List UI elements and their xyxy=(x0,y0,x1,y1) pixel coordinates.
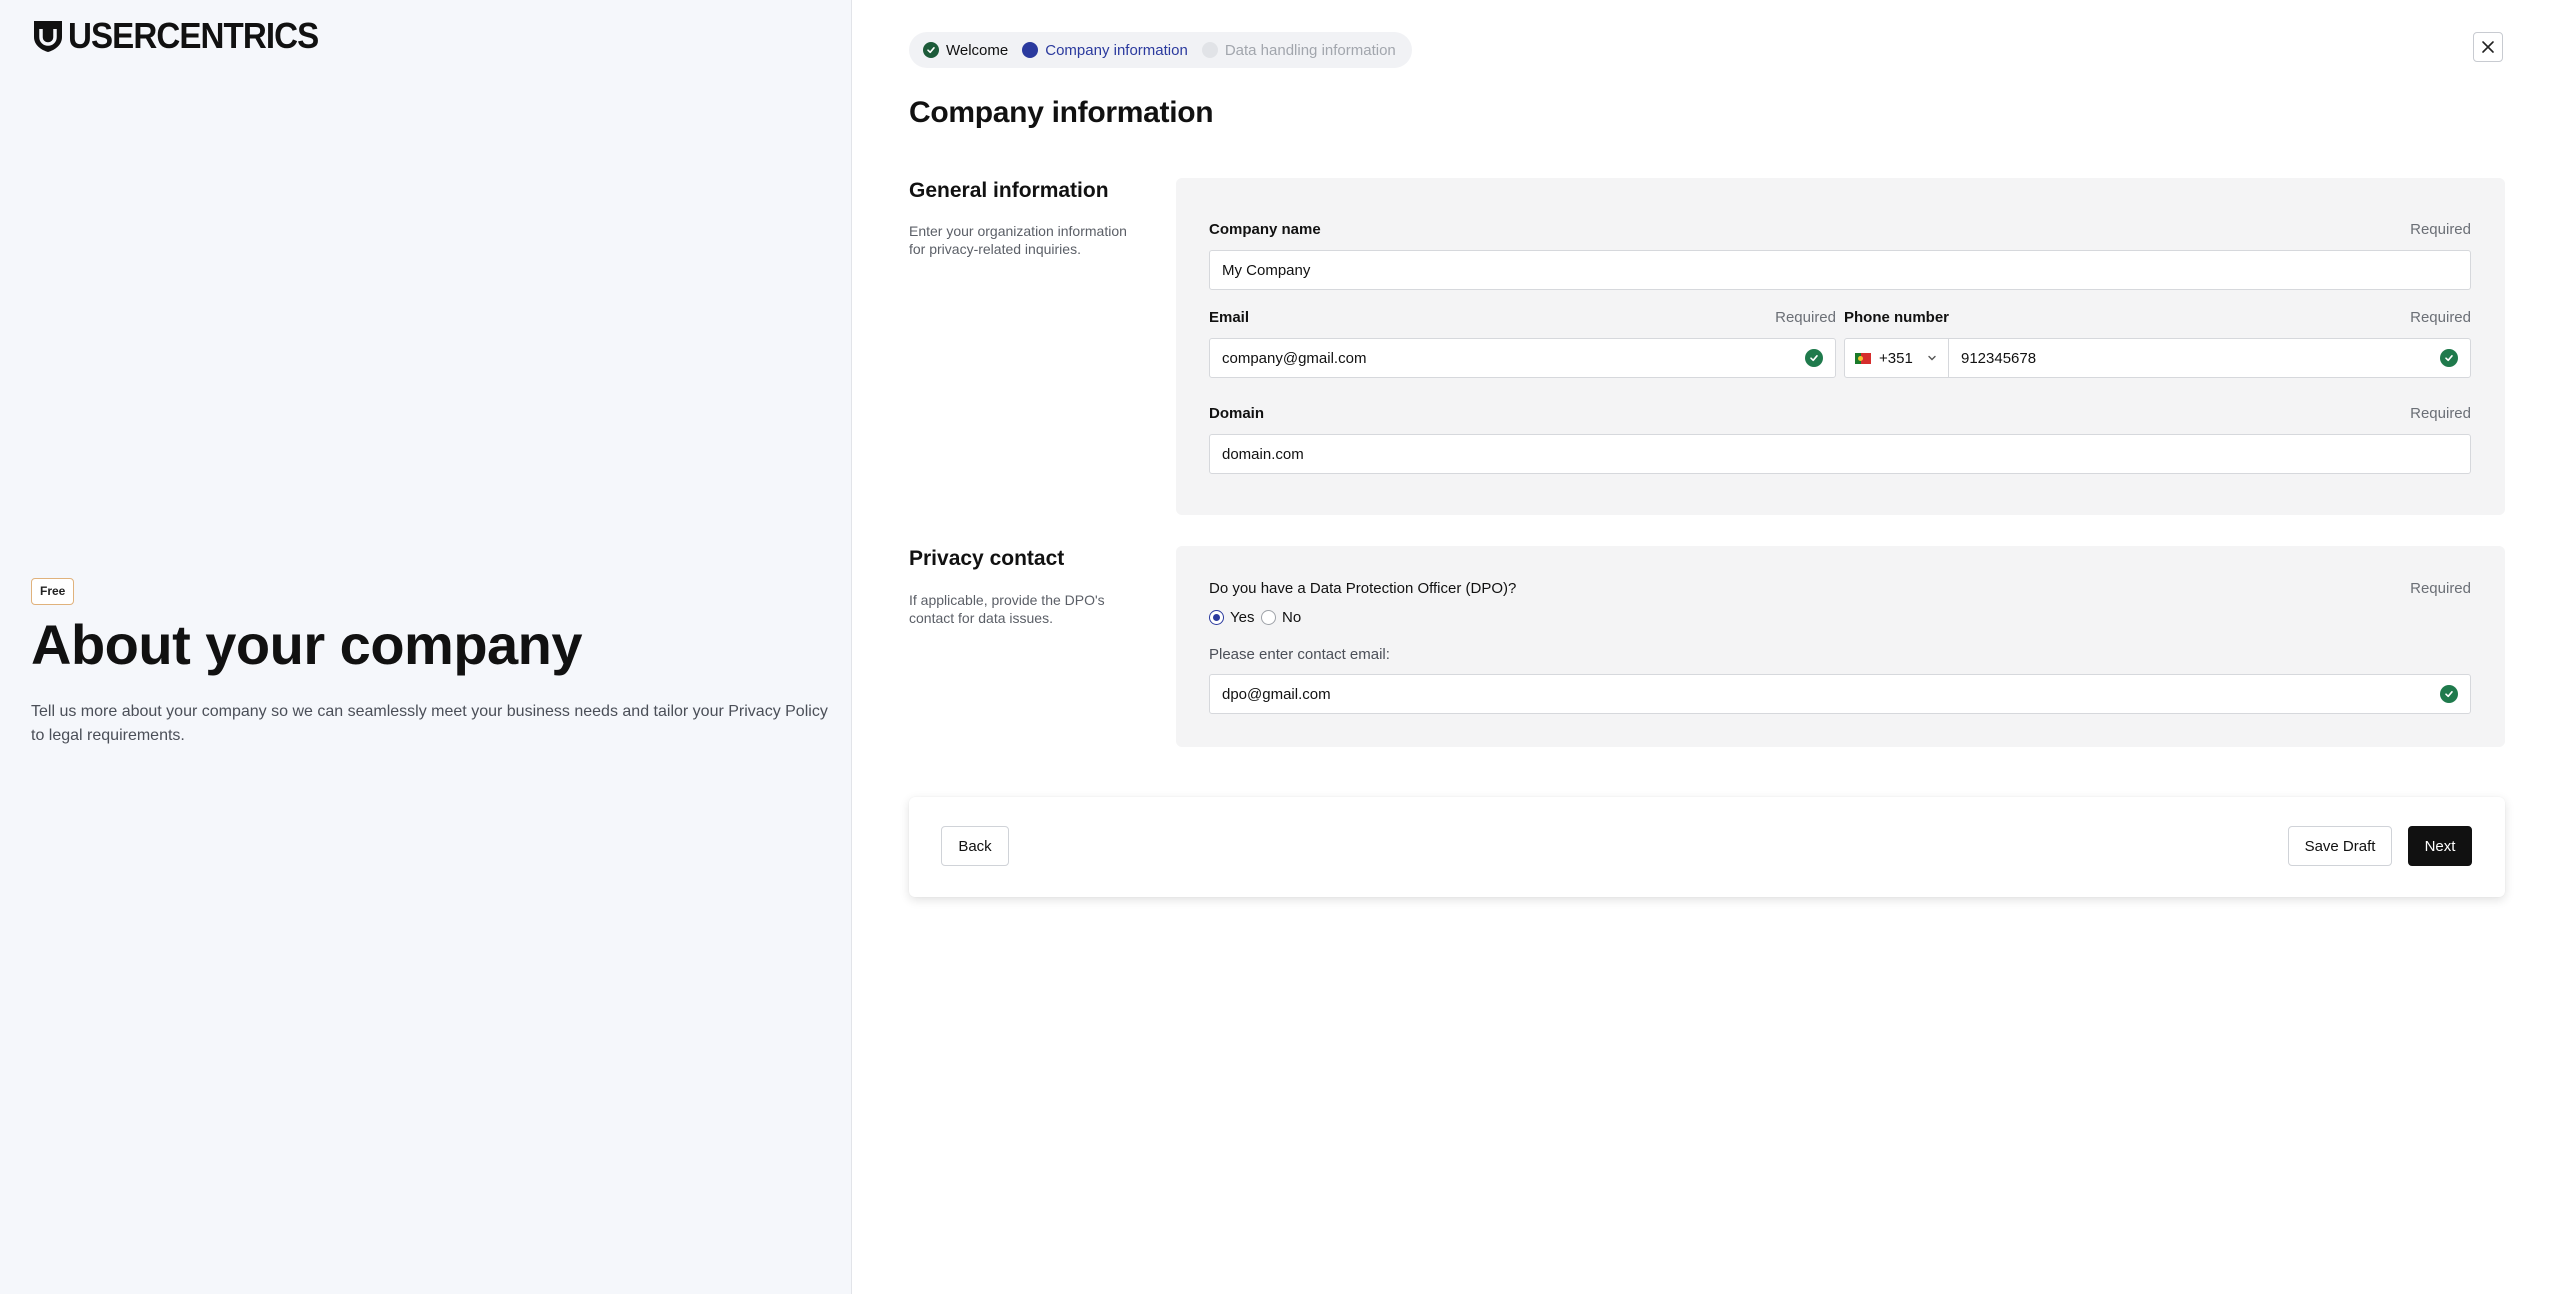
company-name-field[interactable]: My Company xyxy=(1209,250,2471,290)
form-actions-bar xyxy=(909,797,2505,897)
dpo-yes-label: Yes xyxy=(1230,609,1255,626)
page-title: Company information xyxy=(909,96,1214,129)
check-circle-icon xyxy=(2440,685,2458,703)
domain-label: Domain xyxy=(1209,405,1265,422)
close-button[interactable] xyxy=(2473,32,2503,62)
required-label: Required xyxy=(2410,221,2471,238)
progress-stepper: Welcome Company information Data handlin… xyxy=(909,32,1412,68)
step-label: Data handling information xyxy=(1224,41,1396,59)
pending-step-icon xyxy=(1201,42,1218,58)
domain-field[interactable]: domain.com xyxy=(1209,434,2471,474)
privacy-contact-description: If applicable, provide the DPO's contact… xyxy=(909,592,1105,626)
brand-name: USERCENTRICS xyxy=(68,15,319,56)
check-circle-icon xyxy=(923,42,939,58)
portugal-flag-icon xyxy=(1855,352,1871,364)
required-label: Required xyxy=(2410,309,2471,326)
email-label: Email xyxy=(1209,309,1250,326)
phone-number-field[interactable]: 912345678 xyxy=(1948,338,2471,378)
save-draft-button[interactable]: Save Draft xyxy=(2288,826,2392,866)
country-code-select[interactable]: +351 xyxy=(1844,338,1949,378)
dpo-no-radio[interactable] xyxy=(1261,610,1276,625)
plan-badge: Free xyxy=(31,578,75,605)
dpo-yes-radio[interactable] xyxy=(1209,610,1224,625)
required-label: Required xyxy=(2410,405,2471,422)
dpo-contact-email-field[interactable]: dpo@gmail.com xyxy=(1209,674,2471,714)
active-step-icon xyxy=(1022,42,1039,58)
company-name-label: Company name xyxy=(1209,221,1321,238)
phone-number-value: 912345678 xyxy=(1961,349,2037,367)
step-label: Welcome xyxy=(946,41,1009,59)
intro-panel: USERCENTRICS Free About your company Tel… xyxy=(0,0,852,1294)
step-company-information[interactable]: Company information xyxy=(1022,42,1188,59)
general-information-title: General information xyxy=(909,179,1109,202)
back-button[interactable]: Back xyxy=(941,826,1009,866)
next-button[interactable]: Next xyxy=(2408,826,2472,866)
close-icon xyxy=(2482,41,2494,53)
domain-value: domain.com xyxy=(1222,445,1304,463)
usercentrics-shield-icon xyxy=(34,21,62,52)
general-information-description: Enter your organization information for … xyxy=(909,223,1127,257)
step-label: Company information xyxy=(1045,41,1188,59)
usercentrics-logo: USERCENTRICS xyxy=(32,18,340,54)
company-name-value: My Company xyxy=(1222,261,1311,279)
check-circle-icon xyxy=(2440,349,2458,367)
dpo-contact-email-value: dpo@gmail.com xyxy=(1222,685,1331,703)
check-circle-icon xyxy=(1805,349,1823,367)
privacy-contact-title: Privacy contact xyxy=(909,547,1065,570)
step-welcome[interactable]: Welcome xyxy=(923,42,1008,59)
hero-description: Tell us more about your company so we ca… xyxy=(31,703,828,744)
email-value: company@gmail.com xyxy=(1222,349,1367,367)
country-code-value: +351 xyxy=(1879,349,1913,367)
dpo-yes-option[interactable]: Yes xyxy=(1209,609,1254,626)
phone-number-label: Phone number xyxy=(1844,309,1950,326)
contact-email-label: Please enter contact email: xyxy=(1209,646,1390,663)
dpo-question-label: Do you have a Data Protection Officer (D… xyxy=(1209,580,1517,597)
step-data-handling-information[interactable]: Data handling information xyxy=(1201,41,1396,59)
dpo-no-label: No xyxy=(1282,609,1302,626)
chevron-down-icon xyxy=(1928,355,1936,361)
hero-title: About your company xyxy=(31,613,583,676)
email-field[interactable]: company@gmail.com xyxy=(1209,338,1836,378)
required-label: Required xyxy=(2410,580,2471,597)
required-label: Required xyxy=(1775,309,1836,326)
dpo-no-option[interactable]: No xyxy=(1261,609,1301,626)
